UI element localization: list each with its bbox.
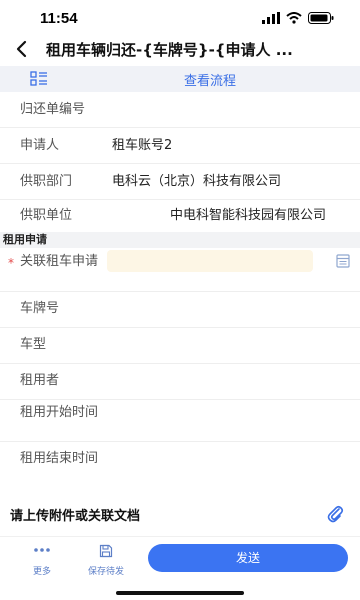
field-label: 车牌号 — [20, 301, 60, 316]
save-draft-button[interactable]: 保存待发 — [84, 544, 128, 577]
section-title: 租用申请 — [3, 233, 47, 246]
field-label: 供职部门 — [20, 174, 73, 189]
field-value: 中电科智能科技园有限公司 — [170, 208, 327, 223]
linked-rental-input[interactable] — [107, 250, 313, 272]
send-button[interactable]: 发送 — [148, 544, 348, 572]
field-renter[interactable]: 租用者 — [0, 364, 360, 400]
field-organization: 供职单位 中电科智能科技园有限公司 — [0, 200, 360, 232]
field-label: 车型 — [20, 337, 47, 352]
page-title: 租用车辆归还-{车牌号}-{申请人 ... — [46, 41, 293, 59]
back-icon[interactable] — [12, 38, 32, 60]
attachment-label: 请上传附件或关联文档 — [10, 509, 141, 524]
status-bar: 11:54 — [0, 0, 360, 36]
field-label: 申请人 — [20, 138, 60, 153]
status-icons — [262, 12, 334, 24]
field-applicant: 申请人 租车账号2 — [0, 128, 360, 164]
home-indicator — [116, 591, 244, 595]
field-label: 租用开始时间 — [20, 405, 99, 420]
field-rental-start[interactable]: 租用开始时间 — [0, 400, 360, 442]
view-flow-link[interactable]: 查看流程 — [0, 70, 360, 89]
field-plate-number[interactable]: 车牌号 — [0, 292, 360, 328]
more-icon — [34, 548, 50, 552]
field-label: 归还单编号 — [20, 102, 86, 117]
toolbar: 查看流程 — [0, 66, 360, 92]
required-marker: * — [8, 256, 14, 270]
paperclip-icon[interactable] — [326, 503, 344, 523]
more-label: 更多 — [32, 567, 51, 577]
save-draft-label: 保存待发 — [87, 567, 124, 577]
field-value: 电科云（北京）科技有限公司 — [112, 174, 282, 189]
attachment-row[interactable]: 请上传附件或关联文档 — [0, 496, 360, 532]
wifi-icon — [286, 12, 302, 24]
field-department: 供职部门 电科云（北京）科技有限公司 — [0, 164, 360, 200]
field-value: 租车账号2 — [112, 138, 173, 153]
field-label: 关联租车申请 — [20, 254, 99, 269]
field-vehicle-model[interactable]: 车型 — [0, 328, 360, 364]
section-header: 租用申请 — [0, 232, 360, 248]
picker-icon[interactable] — [336, 254, 350, 268]
signal-icon — [262, 12, 280, 24]
field-rental-end[interactable]: 租用结束时间 — [0, 442, 360, 486]
battery-icon — [308, 12, 334, 24]
field-return-number[interactable]: 归还单编号 — [0, 92, 360, 128]
status-time: 11:54 — [40, 10, 78, 27]
field-label: 租用者 — [20, 373, 60, 388]
save-icon — [99, 544, 113, 558]
more-button[interactable]: 更多 — [26, 546, 58, 577]
field-label: 租用结束时间 — [20, 451, 99, 466]
nav-bar: 租用车辆归还-{车牌号}-{申请人 ... — [0, 36, 360, 64]
field-label: 供职单位 — [20, 208, 73, 223]
